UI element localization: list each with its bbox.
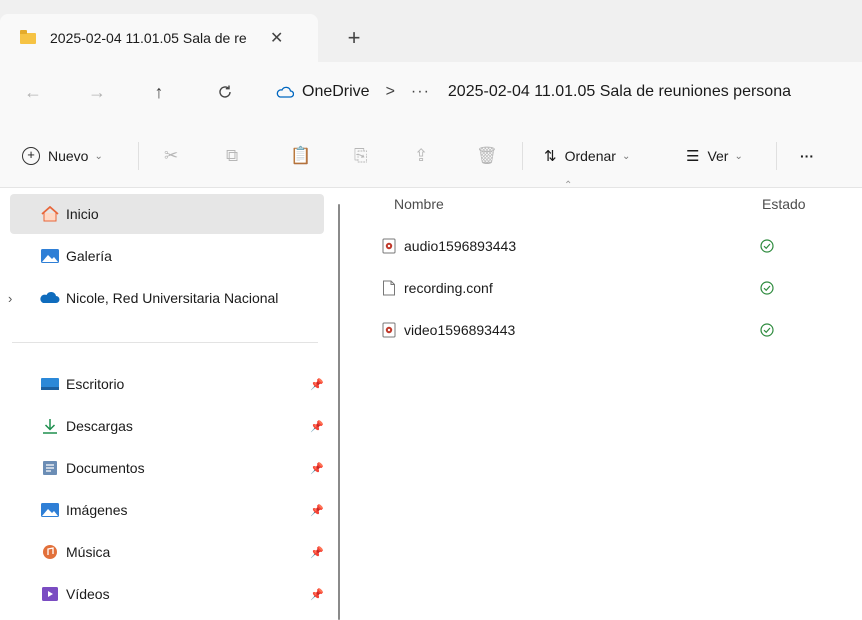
paste-icon[interactable]: 📋 xyxy=(290,144,311,168)
view-button-label: Ver xyxy=(707,148,729,164)
breadcrumb-separator: > xyxy=(385,83,395,100)
view-list-icon: ☰ xyxy=(686,148,700,165)
breadcrumb-onedrive[interactable]: OneDrive xyxy=(302,83,370,101)
pin-icon[interactable]: 📌 xyxy=(310,378,324,391)
chevron-down-icon: ⌄ xyxy=(94,150,103,162)
sidebar-divider xyxy=(12,342,318,343)
refresh-button[interactable] xyxy=(212,80,238,104)
forward-button[interactable]: → xyxy=(84,80,110,104)
sidebar-item-label: Vídeos xyxy=(66,586,110,602)
divider xyxy=(138,142,139,170)
chevron-right-icon[interactable]: › xyxy=(8,291,12,306)
sidebar-item-label: Descargas xyxy=(66,418,133,434)
sidebar-item-inicio[interactable]: Inicio xyxy=(10,194,324,234)
back-button[interactable]: ← xyxy=(20,80,46,104)
sort-ascending-icon: ⌃ xyxy=(564,180,573,191)
sidebar-item-label: Nicole, Red Universitaria Nacional xyxy=(66,290,279,306)
sidebar-item-imagenes[interactable]: Imágenes 📌 xyxy=(10,490,324,530)
refresh-icon xyxy=(219,85,231,98)
sidebar-item-label: Imágenes xyxy=(66,502,128,518)
sort-button-label: Ordenar xyxy=(564,148,616,164)
sidebar-item-label: Documentos xyxy=(66,460,145,476)
divider xyxy=(776,142,777,170)
sidebar-item-videos[interactable]: Vídeos 📌 xyxy=(10,574,324,614)
sidebar-item-label: Inicio xyxy=(66,206,99,222)
address-row: ← → ↑ OneDrive > ··· 2025-02-04 11.01.05… xyxy=(0,62,862,122)
new-tab-button[interactable]: + xyxy=(340,27,368,49)
chevron-down-icon: ⌄ xyxy=(621,150,631,162)
rename-icon[interactable]: ⎘ xyxy=(354,144,368,168)
file-row[interactable]: video1596893443 xyxy=(374,314,862,348)
documents-icon xyxy=(43,461,57,475)
column-header-estado[interactable]: Estado xyxy=(762,196,806,212)
cut-icon[interactable]: ✂ xyxy=(164,144,178,168)
pin-icon[interactable]: 📌 xyxy=(310,420,324,433)
sidebar-scrollbar[interactable] xyxy=(338,204,340,620)
divider xyxy=(522,142,523,170)
file-row[interactable]: audio1596893443 xyxy=(374,230,862,264)
file-list: Nombre ⌃ Estado audio1596893443 recordin… xyxy=(344,180,862,620)
sidebar-item-label: Escritorio xyxy=(66,376,125,392)
file-name: video1596893443 xyxy=(404,322,516,338)
sidebar-item-galeria[interactable]: Galería xyxy=(10,236,324,276)
music-icon xyxy=(43,545,57,559)
pin-icon[interactable]: 📌 xyxy=(310,462,324,475)
file-name: recording.conf xyxy=(404,280,493,296)
share-icon[interactable]: ⇪ xyxy=(414,144,428,168)
sync-ok-icon xyxy=(760,323,774,337)
pictures-icon xyxy=(41,503,59,517)
command-bar: + Nuevo ⌄ ✂ ⧉ 📋 ⎘ ⇪ 🗑 ⇅ Ordenar ⌄ ☰ Ver … xyxy=(0,122,862,188)
tab-current-folder[interactable]: 2025-02-04 11.01.05 Sala de re ✕ xyxy=(0,14,318,62)
chevron-down-icon: ⌄ xyxy=(734,150,743,162)
delete-icon[interactable]: 🗑 xyxy=(476,144,498,168)
sync-ok-icon xyxy=(760,281,774,295)
document-file-icon xyxy=(383,280,395,296)
up-button[interactable]: ↑ xyxy=(146,80,172,104)
tab-title: 2025-02-04 11.01.05 Sala de re xyxy=(50,30,247,46)
gallery-icon xyxy=(41,249,59,263)
sidebar-item-descargas[interactable]: Descargas 📌 xyxy=(10,406,324,446)
view-button[interactable]: ☰ Ver ⌄ xyxy=(686,144,743,168)
file-row[interactable]: recording.conf xyxy=(374,272,862,306)
onedrive-cloud-icon xyxy=(276,86,294,98)
breadcrumb[interactable]: OneDrive > ··· 2025-02-04 11.01.05 Sala … xyxy=(276,80,791,104)
pin-icon[interactable]: 📌 xyxy=(310,588,324,601)
new-button-label: Nuevo xyxy=(48,148,89,164)
sidebar-item-documentos[interactable]: Documentos 📌 xyxy=(10,448,324,488)
plus-icon: + xyxy=(22,147,40,165)
navigation-pane: Inicio Galería › Nicole, Red Universitar… xyxy=(0,188,332,620)
media-file-icon xyxy=(382,238,396,254)
sidebar-item-musica[interactable]: Música 📌 xyxy=(10,532,324,572)
onedrive-cloud-icon xyxy=(40,291,60,303)
sort-icon: ⇅ xyxy=(544,148,557,165)
new-button[interactable]: + Nuevo ⌄ xyxy=(22,144,103,168)
pin-icon[interactable]: 📌 xyxy=(310,504,324,517)
column-header-nombre[interactable]: Nombre xyxy=(394,196,444,212)
tab-strip: 2025-02-04 11.01.05 Sala de re ✕ + xyxy=(0,0,862,62)
close-tab-icon[interactable]: ✕ xyxy=(267,28,287,48)
sidebar-item-escritorio[interactable]: Escritorio 📌 xyxy=(10,364,324,404)
sort-button[interactable]: ⇅ Ordenar ⌄ xyxy=(544,144,630,168)
breadcrumb-overflow[interactable]: ··· xyxy=(411,83,430,101)
videos-icon xyxy=(42,587,58,601)
home-icon xyxy=(41,206,59,222)
more-options-button[interactable]: ··· xyxy=(800,144,814,168)
folder-icon xyxy=(20,29,36,44)
sidebar-item-label: Música xyxy=(66,544,111,560)
media-file-icon xyxy=(382,322,396,338)
sync-ok-icon xyxy=(760,239,774,253)
file-name: audio1596893443 xyxy=(404,238,517,254)
copy-icon[interactable]: ⧉ xyxy=(226,144,238,168)
download-icon xyxy=(43,419,57,434)
sidebar-item-onedrive[interactable]: › Nicole, Red Universitaria Nacional xyxy=(8,278,324,318)
pin-icon[interactable]: 📌 xyxy=(310,546,324,559)
breadcrumb-current-folder[interactable]: 2025-02-04 11.01.05 Sala de reuniones pe… xyxy=(448,83,791,101)
desktop-icon xyxy=(41,378,59,390)
sidebar-item-label: Galería xyxy=(66,248,112,264)
